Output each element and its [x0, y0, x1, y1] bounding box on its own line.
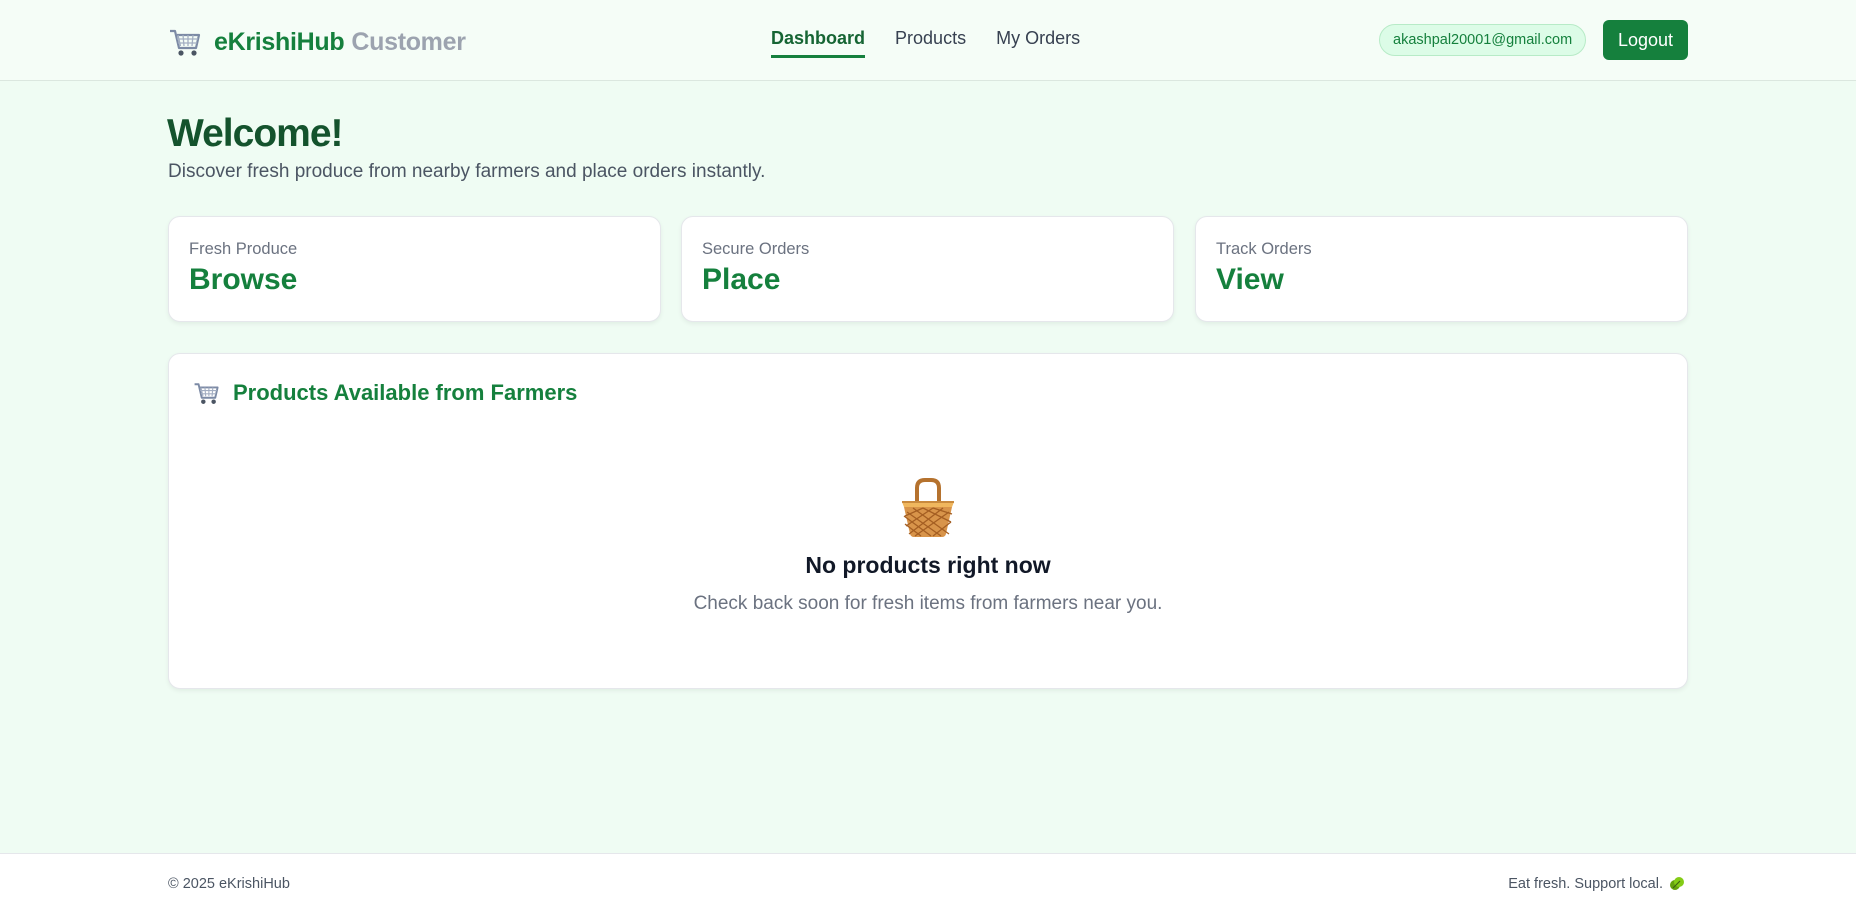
- user-email-badge: akashpal20001@gmail.com: [1379, 24, 1587, 56]
- leafy-green-icon: [1670, 877, 1684, 890]
- card-track-orders[interactable]: Track Orders View: [1195, 216, 1688, 322]
- brand-logo[interactable]: eKrishiHub Customer: [168, 22, 466, 62]
- empty-state: No products right now Check back soon fo…: [169, 476, 1687, 615]
- page-subtitle: Discover fresh produce from nearby farme…: [168, 161, 766, 182]
- top-navbar: eKrishiHub Customer Dashboard Products M…: [0, 0, 1856, 81]
- card-label: Secure Orders: [702, 240, 810, 258]
- brand-name: eKrishiHub: [214, 27, 345, 56]
- card-value: Place: [702, 263, 781, 296]
- shopping-cart-icon: [194, 383, 219, 404]
- products-panel-title: Products Available from Farmers: [233, 380, 578, 405]
- card-secure-orders[interactable]: Secure Orders Place: [681, 216, 1174, 322]
- card-value: Browse: [189, 263, 298, 296]
- page-title: Welcome!: [167, 112, 343, 155]
- card-fresh-produce[interactable]: Fresh Produce Browse: [168, 216, 661, 322]
- main-nav: Dashboard Products My Orders: [771, 28, 1110, 58]
- brand-role: Customer: [351, 27, 466, 56]
- footer-tagline-text: Eat fresh. Support local.: [1508, 876, 1663, 892]
- card-label: Fresh Produce: [189, 240, 298, 258]
- card-label: Track Orders: [1216, 240, 1312, 258]
- footer-tagline: Eat fresh. Support local.: [1508, 876, 1685, 892]
- empty-state-title: No products right now: [805, 552, 1051, 578]
- nav-dashboard[interactable]: Dashboard: [771, 28, 866, 58]
- page-footer: © 2025 eKrishiHub Eat fresh. Support loc…: [0, 853, 1856, 913]
- footer-copyright: © 2025 eKrishiHub: [168, 876, 290, 892]
- products-panel: Products Available from Farmers No produ…: [168, 353, 1688, 689]
- empty-state-hint: Check back soon for fresh items from far…: [693, 593, 1163, 614]
- shopping-cart-icon: [170, 29, 201, 56]
- products-panel-header: Products Available from Farmers: [193, 380, 577, 406]
- logout-button[interactable]: Logout: [1603, 20, 1688, 60]
- card-value: View: [1216, 263, 1284, 296]
- nav-my-orders[interactable]: My Orders: [996, 28, 1080, 58]
- basket-icon: [902, 478, 954, 537]
- nav-products[interactable]: Products: [895, 28, 966, 58]
